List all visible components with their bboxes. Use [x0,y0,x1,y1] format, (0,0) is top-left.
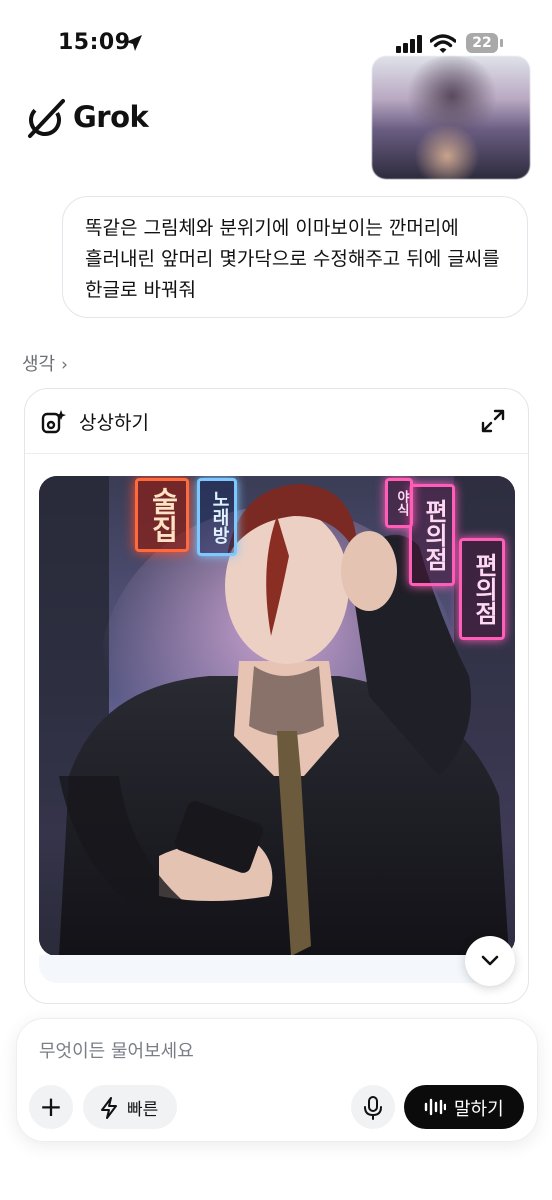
fast-mode-label: 빠른 [127,1100,159,1120]
neon-sign-3: 편의점 [409,484,455,586]
plus-icon: + [39,1090,63,1123]
microphone-icon [364,1096,382,1120]
user-message-text: 똑같은 그림체와 분위기에 이마보이는 깐머리에 흘러내린 앞머리 몇가닥으로 … [85,217,500,301]
neon-sign-2: 노래방 [197,478,237,556]
expand-icon[interactable] [481,409,505,433]
location-arrow-icon [126,35,142,51]
neon-sign-4: 편의점 [459,538,505,640]
generated-image[interactable]: 술집 노래방 편의점 편의점 야식 [39,476,515,956]
attached-image-thumbnail[interactable] [372,56,530,179]
battery-indicator: 22 [466,33,504,55]
attach-button[interactable]: + [29,1085,73,1129]
speak-label: 말하기 [454,1099,504,1120]
thinking-label: 생각 [22,354,56,375]
imagine-card: 상상하기 술집 노래방 편의점 편의점 야식 [24,388,529,1004]
neon-sign-5: 야식 [385,478,413,528]
fast-mode-button[interactable]: 빠른 [83,1085,177,1129]
brand-name: Grok [73,100,149,134]
microphone-button[interactable] [351,1085,395,1129]
imagine-card-title: 상상하기 [79,412,149,434]
image-footer [39,955,515,983]
neon-sign-1: 술집 [135,478,189,552]
wifi-icon [430,34,456,53]
chevron-down-icon [481,955,499,966]
imagine-sparkle-icon [41,410,66,434]
battery-level: 22 [466,33,498,53]
message-input[interactable]: 무엇이든 물어보세요 [39,1037,194,1063]
grok-logo-icon[interactable] [24,97,68,141]
user-message-bubble: 똑같은 그림체와 분위기에 이마보이는 깐머리에 흘러내린 앞머리 몇가닥으로 … [62,196,528,318]
lightning-bolt-icon [101,1097,117,1119]
chevron-right-icon: › [61,355,68,375]
status-time: 15:09 [58,30,131,55]
thinking-toggle[interactable]: 생각 › [22,350,68,376]
composer: 무엇이든 물어보세요 + 빠른 말하기 [16,1018,538,1142]
imagine-card-header: 상상하기 [25,389,528,454]
speak-button[interactable]: 말하기 [404,1085,524,1129]
cellular-signal-icon [396,35,422,53]
scroll-down-button[interactable] [465,936,515,986]
waveform-icon [424,1098,446,1116]
